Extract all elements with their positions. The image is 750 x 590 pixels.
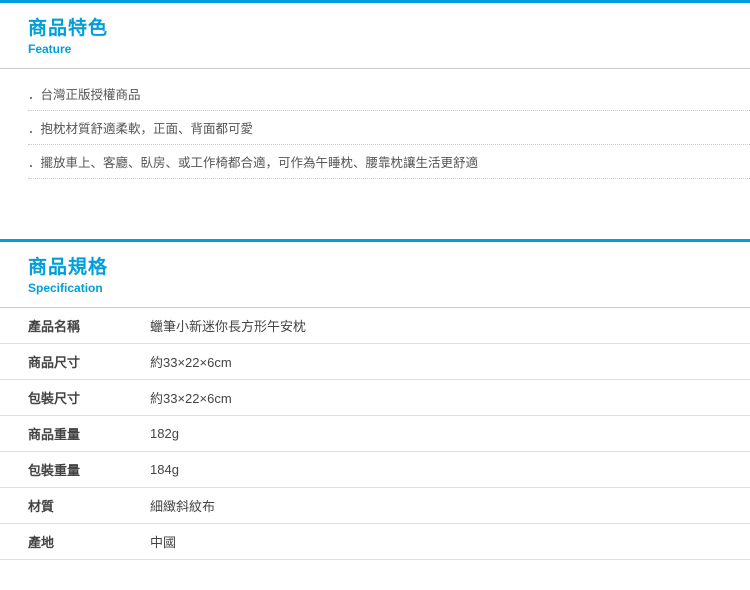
spec-value: 184g [150, 452, 750, 488]
feature-item: ．抱枕材質舒適柔軟，正面、背面都可愛 [28, 111, 750, 145]
feature-section: 商品特色 Feature ．台灣正版授權商品 ．抱枕材質舒適柔軟，正面、背面都可… [0, 0, 750, 209]
spec-table: 產品名稱 蠟筆小新迷你長方形午安枕 商品尺寸 約33×22×6cm 包裝尺寸 約… [0, 308, 750, 560]
feature-item: ．台灣正版授權商品 [28, 77, 750, 111]
spec-label: 產地 [0, 524, 150, 560]
spec-label: 商品重量 [0, 416, 150, 452]
spec-value: 中國 [150, 524, 750, 560]
feature-title-zh: 商品特色 [28, 13, 750, 40]
feature-header: 商品特色 Feature [0, 3, 750, 69]
spec-title-en: Specification [28, 281, 750, 295]
table-row: 包裝重量 184g [0, 452, 750, 488]
spec-title-zh: 商品規格 [28, 252, 750, 279]
spec-label: 材質 [0, 488, 150, 524]
spec-value: 約33×22×6cm [150, 344, 750, 380]
spec-section: 商品規格 Specification 產品名稱 蠟筆小新迷你長方形午安枕 商品尺… [0, 239, 750, 590]
spec-value: 細緻斜紋布 [150, 488, 750, 524]
table-row: 商品重量 182g [0, 416, 750, 452]
spec-label: 包裝尺寸 [0, 380, 150, 416]
table-row: 商品尺寸 約33×22×6cm [0, 344, 750, 380]
table-row: 包裝尺寸 約33×22×6cm [0, 380, 750, 416]
table-row: 材質 細緻斜紋布 [0, 488, 750, 524]
feature-title-en: Feature [28, 42, 750, 56]
table-row: 產品名稱 蠟筆小新迷你長方形午安枕 [0, 308, 750, 344]
spec-label: 產品名稱 [0, 308, 150, 344]
table-row: 產地 中國 [0, 524, 750, 560]
spec-label: 商品尺寸 [0, 344, 150, 380]
spec-value: 約33×22×6cm [150, 380, 750, 416]
feature-item: ．擺放車上、客廳、臥房、或工作椅都合適，可作為午睡枕、腰靠枕讓生活更舒適 [28, 145, 750, 179]
spec-value: 182g [150, 416, 750, 452]
spec-header: 商品規格 Specification [0, 242, 750, 308]
feature-list: ．台灣正版授權商品 ．抱枕材質舒適柔軟，正面、背面都可愛 ．擺放車上、客廳、臥房… [0, 69, 750, 179]
spec-value: 蠟筆小新迷你長方形午安枕 [150, 308, 750, 344]
spec-label: 包裝重量 [0, 452, 150, 488]
